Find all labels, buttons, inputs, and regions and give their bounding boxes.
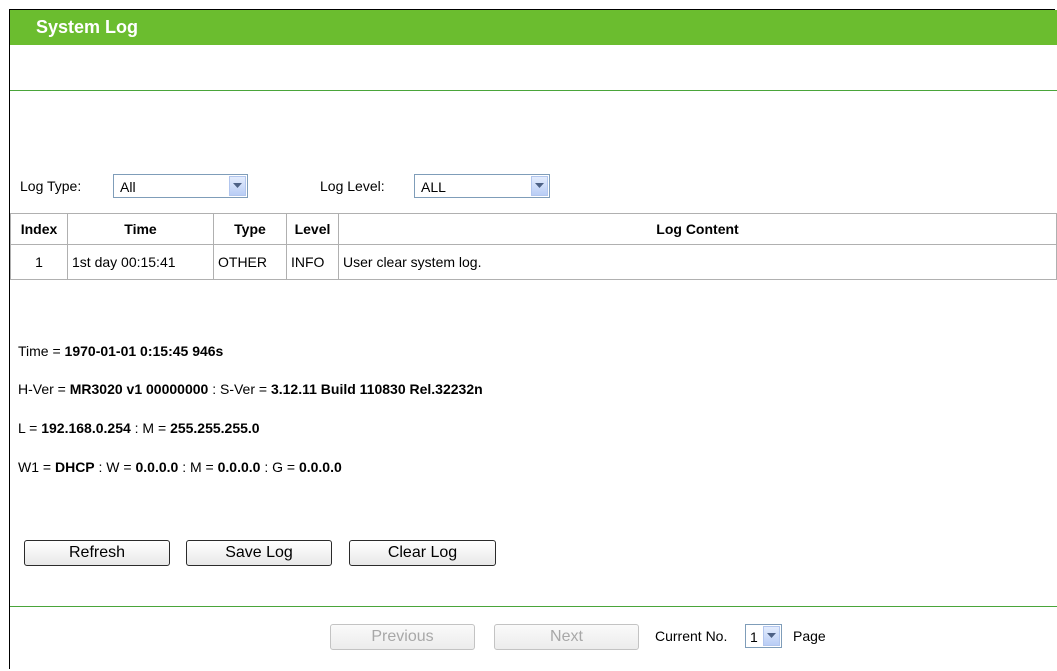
cell-type: OTHER [213,244,287,280]
log-level-select[interactable]: ALL [414,174,550,198]
log-level-value: ALL [421,179,446,195]
info-key: : M = [130,420,171,436]
info-value: 3.12.11 Build 110830 Rel.32232n [270,381,483,397]
chevron-down-icon [531,176,548,196]
column-header-time: Time [67,213,214,245]
info-value: 0.0.0.0 [217,459,261,475]
log-table: Index Time Type Level Log Content 1 1st … [10,213,1057,280]
info-wan: W1 = DHCP : W = 0.0.0.0 : M = 0.0.0.0 : … [18,459,342,475]
cell-time: 1st day 00:15:41 [67,244,214,280]
page-title: System Log [36,17,139,37]
next-button[interactable]: Next [494,624,639,650]
info-key: : S-Ver = [208,381,271,397]
log-type-label: Log Type: [20,178,82,194]
title-bar: System Log [10,10,1057,45]
previous-button[interactable]: Previous [330,624,475,650]
page-select[interactable]: 1 [745,624,782,648]
table-row: 1 1st day 00:15:41 OTHER INFO User clear… [10,244,1057,280]
refresh-button[interactable]: Refresh [24,540,170,566]
info-time: Time = 1970-01-01 0:15:45 946s [18,343,223,359]
page-frame [9,9,1055,669]
cell-log-content: User clear system log. [338,244,1057,280]
info-value: 1970-01-01 0:15:45 946s [64,343,224,359]
info-key: H-Ver = [18,381,70,397]
chevron-down-icon [229,176,246,196]
chevron-down-icon [763,626,780,646]
info-value: 255.255.255.0 [170,420,260,436]
info-version: H-Ver = MR3020 v1 00000000 : S-Ver = 3.1… [18,381,483,397]
cell-level: INFO [286,244,339,280]
clear-log-button[interactable]: Clear Log [349,540,496,566]
log-level-label: Log Level: [320,178,385,194]
info-value: DHCP [54,459,95,475]
column-header-index: Index [10,213,68,245]
info-lan: L = 192.168.0.254 : M = 255.255.255.0 [18,420,260,436]
divider-top [10,90,1057,91]
column-header-level: Level [286,213,339,245]
info-value: 0.0.0.0 [135,459,179,475]
info-key: : W = [94,459,136,475]
column-header-type: Type [213,213,287,245]
info-key: : M = [178,459,218,475]
page-label: Page [793,628,826,644]
info-key: L = [18,420,42,436]
log-type-value: All [120,179,136,195]
info-key: Time = [18,343,65,359]
log-type-select[interactable]: All [113,174,248,198]
info-value: 192.168.0.254 [41,420,131,436]
save-log-button[interactable]: Save Log [186,540,332,566]
info-key: W1 = [18,459,55,475]
info-value: 0.0.0.0 [298,459,342,475]
column-header-log-content: Log Content [338,213,1057,245]
cell-index: 1 [10,244,68,280]
info-key: : G = [260,459,299,475]
page-select-value: 1 [750,629,758,645]
current-no-label: Current No. [655,628,728,644]
divider-bottom [10,606,1057,607]
info-value: MR3020 v1 00000000 [69,381,209,397]
table-header-row: Index Time Type Level Log Content [10,213,1057,245]
